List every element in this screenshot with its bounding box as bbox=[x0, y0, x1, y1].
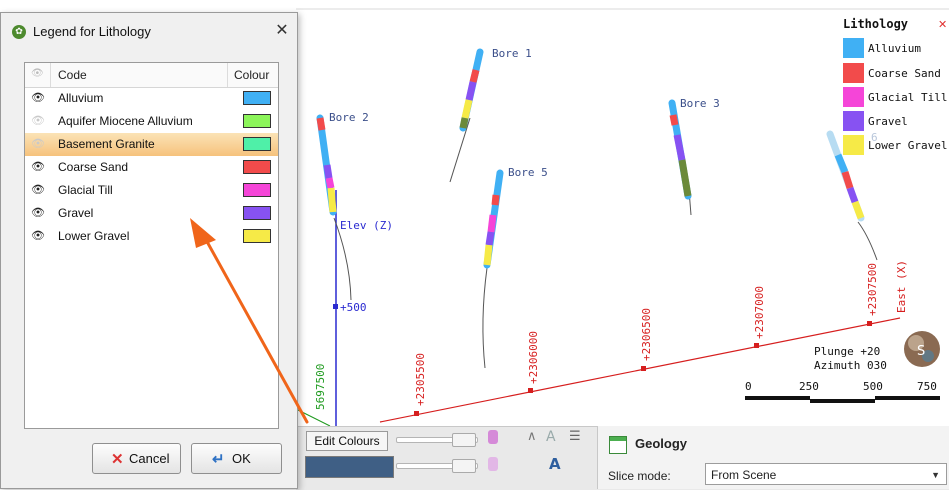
svg-text:S: S bbox=[917, 344, 925, 359]
borehole[interactable] bbox=[316, 114, 337, 216]
table-row[interactable]: 👁 Lower Gravel bbox=[25, 225, 278, 248]
slider-thumb[interactable] bbox=[452, 433, 476, 447]
table-icon[interactable]: ☰ bbox=[569, 429, 581, 444]
row-code: Aquifer Miocene Alluvium bbox=[58, 114, 193, 128]
borehole-label: Bore 2 bbox=[329, 111, 369, 124]
table-row[interactable]: 👁 Gravel bbox=[25, 202, 278, 225]
text-style-icon[interactable]: A bbox=[549, 455, 561, 473]
scene-legend-title: Lithology bbox=[843, 17, 908, 31]
east-tick-label: +2307000 bbox=[753, 286, 766, 339]
colour-swatch[interactable] bbox=[243, 137, 271, 151]
table-row[interactable]: 👁 Aquifer Miocene Alluvium bbox=[25, 110, 278, 133]
colour-swatch[interactable] bbox=[243, 91, 271, 105]
azimuth-readout: Azimuth 030 bbox=[814, 359, 887, 372]
enter-icon: ↵ bbox=[212, 451, 225, 468]
borehole-label: Bore 5 bbox=[508, 166, 548, 179]
cancel-button[interactable]: ✕ Cancel bbox=[92, 443, 181, 474]
row-code: Lower Gravel bbox=[58, 229, 130, 243]
east-tick-label: +2306500 bbox=[640, 308, 653, 361]
row-code: Alluvium bbox=[58, 91, 104, 105]
geology-title: Geology bbox=[635, 436, 688, 451]
svg-text:0: 0 bbox=[745, 380, 752, 393]
svg-text:250: 250 bbox=[799, 380, 819, 393]
plunge-readout: Plunge +20 bbox=[814, 345, 880, 358]
legend-swatch bbox=[843, 111, 864, 131]
eye-icon[interactable]: 👁 bbox=[31, 206, 45, 219]
slider-thumb[interactable] bbox=[452, 459, 476, 473]
dialog-titlebar[interactable]: ✿ Legend for Lithology ✕ bbox=[1, 13, 297, 49]
table-header: 👁 Code Colour bbox=[25, 63, 278, 88]
borehole-label: Bore 3 bbox=[680, 97, 720, 110]
paint-icon[interactable] bbox=[488, 457, 498, 471]
table-row[interactable]: 👁 Basement Granite bbox=[25, 133, 278, 156]
edit-colours-button[interactable]: Edit Colours bbox=[306, 431, 388, 451]
colour-swatch[interactable] bbox=[243, 183, 271, 197]
legend-label: Lower Gravel bbox=[868, 139, 947, 152]
scale-bar: 0 250 500 750 bbox=[745, 380, 940, 403]
legend-label: Alluvium bbox=[868, 42, 921, 55]
borehole-label: Bore 1 bbox=[492, 47, 532, 60]
east-tick-label: +2307500 bbox=[866, 263, 879, 316]
row-code: Basement Granite bbox=[58, 137, 155, 151]
legend-label: Glacial Till bbox=[868, 91, 947, 104]
svg-text:750: 750 bbox=[917, 380, 937, 393]
eye-icon[interactable]: 👁 bbox=[31, 114, 45, 127]
table-row[interactable]: 👁 Coarse Sand bbox=[25, 156, 278, 179]
svg-text:500: 500 bbox=[863, 380, 883, 393]
legend-swatch bbox=[843, 63, 864, 83]
legend-swatch bbox=[843, 38, 864, 58]
legend-label: Gravel bbox=[868, 115, 908, 128]
north-tick-label: 5697500 bbox=[314, 364, 327, 410]
globe-icon[interactable]: S bbox=[904, 331, 940, 367]
table-row[interactable]: 👁 Alluvium bbox=[25, 87, 278, 110]
north-axis bbox=[297, 409, 331, 427]
borehole[interactable] bbox=[459, 48, 484, 132]
text-style-icon[interactable]: A bbox=[546, 429, 556, 445]
close-icon[interactable]: ✕ bbox=[271, 19, 293, 41]
elev-tick-label: +500 bbox=[340, 301, 367, 314]
eye-icon[interactable]: 👁 bbox=[31, 183, 45, 196]
east-axis-label: East (X) bbox=[895, 260, 908, 313]
borehole[interactable] bbox=[483, 169, 504, 269]
row-code: Glacial Till bbox=[58, 183, 113, 197]
colour-swatch[interactable] bbox=[243, 114, 271, 128]
eye-icon[interactable]: 👁 bbox=[31, 137, 45, 150]
colour-swatch[interactable] bbox=[243, 160, 271, 174]
chevron-down-icon: ▼ bbox=[931, 470, 940, 480]
table-row[interactable]: 👁 Glacial Till bbox=[25, 179, 278, 202]
east-tick-label: +2305500 bbox=[414, 353, 427, 406]
eye-icon[interactable]: 👁 bbox=[31, 229, 45, 242]
elev-axis-label: Elev (Z) bbox=[340, 219, 393, 232]
column-header-colour[interactable]: Colour bbox=[234, 68, 269, 82]
leapfrog-icon: ✿ bbox=[12, 25, 26, 39]
close-icon[interactable]: ✕ bbox=[938, 18, 947, 31]
scene-legend: Lithology ✕ Alluvium Coarse Sand Glacial… bbox=[843, 17, 947, 155]
contour-icon[interactable]: ∧ bbox=[527, 429, 537, 444]
geology-icon bbox=[609, 436, 627, 454]
row-code: Gravel bbox=[58, 206, 94, 220]
borehole[interactable] bbox=[668, 99, 692, 200]
eye-icon[interactable]: 👁 bbox=[31, 91, 45, 104]
legend-swatch bbox=[843, 135, 864, 155]
dialog-title: Legend for Lithology bbox=[33, 24, 151, 39]
geology-panel: Geology Slice mode: From Scene ▼ bbox=[597, 426, 949, 489]
legend-swatch bbox=[843, 87, 864, 107]
eye-icon[interactable]: 👁 bbox=[31, 160, 45, 173]
cancel-icon: ✕ bbox=[111, 451, 124, 468]
legend-label: Coarse Sand bbox=[868, 67, 941, 80]
legend-dialog: ✿ Legend for Lithology ✕ 👁 Code Colour 👁… bbox=[0, 12, 298, 489]
east-tick-label: +2306000 bbox=[527, 331, 540, 384]
slice-mode-select[interactable]: From Scene ▼ bbox=[705, 463, 947, 485]
eye-icon[interactable]: 👁 bbox=[31, 68, 44, 79]
row-code: Coarse Sand bbox=[58, 160, 129, 174]
colour-swatch[interactable] bbox=[305, 456, 394, 478]
paint-icon[interactable] bbox=[488, 430, 498, 444]
colour-swatch[interactable] bbox=[243, 206, 271, 220]
legend-table: 👁 Code Colour 👁 Alluvium 👁 Aquifer Miocene … bbox=[24, 62, 279, 429]
colour-swatch[interactable] bbox=[243, 229, 271, 243]
ok-button[interactable]: ↵ OK bbox=[191, 443, 282, 474]
slice-mode-label: Slice mode: bbox=[608, 469, 671, 483]
slice-mode-value: From Scene bbox=[711, 468, 777, 482]
column-header-code[interactable]: Code bbox=[58, 68, 87, 82]
